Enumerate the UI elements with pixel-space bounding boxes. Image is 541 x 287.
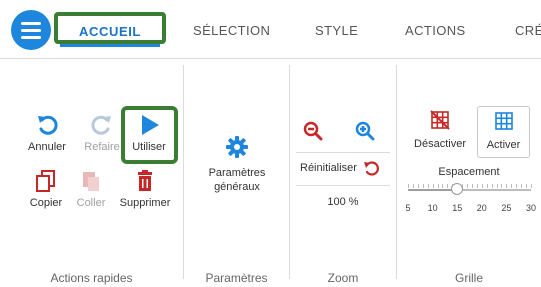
zoom-out-icon	[301, 119, 325, 143]
grid-icon	[478, 111, 529, 131]
zoom-value: 100 %	[327, 196, 359, 208]
slider-tick	[526, 184, 528, 188]
slider-tick	[417, 184, 419, 188]
menu-icon[interactable]	[11, 10, 51, 50]
paste-button[interactable]: Coller	[74, 169, 108, 209]
copy-button[interactable]: Copier	[26, 169, 66, 209]
tab-creer[interactable]: CRÉ	[515, 18, 541, 44]
slider-tick-label: 20	[476, 203, 487, 213]
tab-selection[interactable]: SÉLECTION	[193, 18, 270, 44]
gear-icon	[196, 135, 278, 159]
slider-tick-label: 30	[526, 203, 537, 213]
slider-thumb[interactable]	[451, 183, 464, 195]
slider-tick	[471, 184, 473, 188]
use-button[interactable]: Utiliser	[127, 113, 171, 153]
active-tab-indicator	[60, 44, 160, 47]
slider-tick-label: 25	[501, 203, 512, 213]
group-label-settings: Paramètres	[205, 271, 268, 285]
general-settings-button[interactable]: Paramètres généraux	[196, 135, 278, 193]
slider-tick	[516, 184, 518, 188]
slider-tick	[496, 184, 498, 188]
zoom-separator	[296, 185, 390, 186]
group-label-grid: Grille	[454, 271, 483, 285]
tab-accueil[interactable]: ACCUEIL	[54, 12, 166, 44]
group-divider	[289, 65, 290, 279]
trash-icon	[115, 169, 175, 193]
tab-style[interactable]: STYLE	[315, 18, 358, 44]
grid-off-icon	[410, 110, 470, 130]
undo-button[interactable]: Annuler	[26, 113, 68, 153]
slider-tick	[486, 184, 488, 188]
play-icon	[127, 113, 171, 137]
slider-tick	[427, 184, 429, 188]
grid-disable-button[interactable]: Désactiver	[410, 106, 470, 156]
zoom-reset-button[interactable]: Réinitialiser	[300, 160, 390, 176]
grid-spacing-slider[interactable]	[408, 183, 532, 195]
redo-icon	[82, 113, 122, 137]
slider-tick	[531, 184, 532, 188]
slider-tick	[511, 184, 513, 188]
slider-tick	[408, 184, 409, 188]
undo-icon	[26, 113, 68, 137]
group-label-zoom: Zoom	[327, 271, 359, 285]
slider-tick	[432, 184, 434, 188]
zoom-out-button[interactable]	[301, 119, 325, 143]
group-divider	[183, 65, 184, 279]
group-label-quick-actions: Actions rapides	[50, 271, 133, 285]
ribbon-panel: Annuler Refaire Utiliser Copier Coller S…	[0, 59, 541, 287]
redo-button[interactable]: Refaire	[82, 113, 122, 153]
slider-tick	[506, 184, 508, 188]
zoom-separator	[296, 152, 390, 153]
slider-tick	[501, 184, 503, 188]
slider-tick	[491, 184, 493, 188]
slider-tick	[412, 184, 414, 188]
slider-fill	[408, 189, 458, 191]
paste-icon	[74, 169, 108, 193]
grid-spacing-label: Espacement	[438, 166, 500, 178]
slider-tick-label: 5	[405, 203, 411, 213]
slider-tick	[481, 184, 483, 188]
group-divider	[396, 65, 397, 279]
slider-tick	[442, 184, 444, 188]
slider-tick	[476, 184, 478, 188]
zoom-in-icon	[353, 119, 377, 143]
reset-icon	[363, 160, 379, 176]
slider-tick	[467, 184, 469, 188]
slider-tick	[437, 184, 439, 188]
slider-tick-label: 15	[452, 203, 463, 213]
copy-icon	[26, 169, 66, 193]
delete-button[interactable]: Supprimer	[115, 169, 175, 209]
slider-tick	[422, 184, 424, 188]
tab-actions[interactable]: ACTIONS	[405, 18, 466, 44]
zoom-in-button[interactable]	[353, 119, 377, 143]
slider-tick	[447, 184, 449, 188]
slider-tick	[521, 184, 523, 188]
ribbon-tab-bar: ACCUEIL SÉLECTION STYLE ACTIONS CRÉ	[0, 0, 541, 59]
grid-enable-button[interactable]: Activer	[477, 106, 530, 158]
slider-tick-label: 10	[427, 203, 438, 213]
